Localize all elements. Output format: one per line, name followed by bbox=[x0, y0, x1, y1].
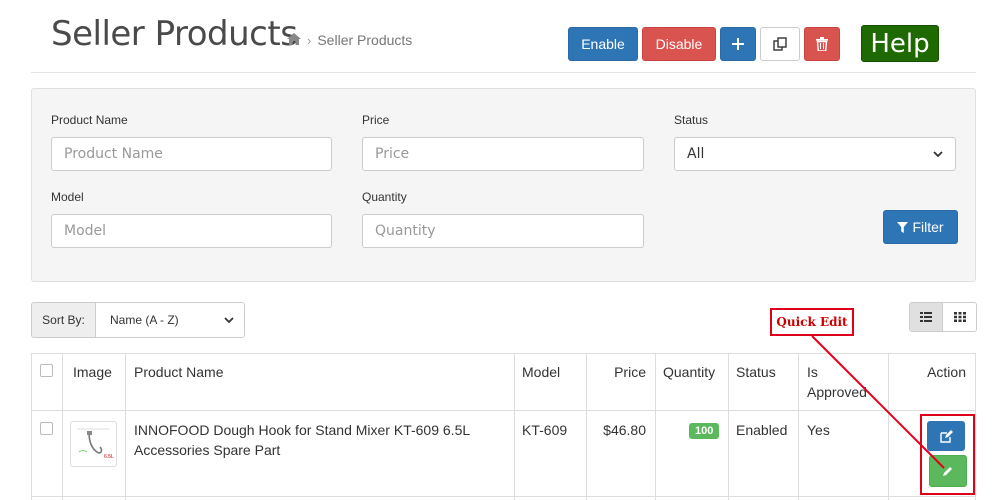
quantity-badge: 100 bbox=[689, 423, 720, 439]
quantity-input[interactable]: Quantity bbox=[362, 214, 644, 248]
column-header-quantity[interactable]: Quantity bbox=[663, 364, 715, 380]
product-model: KT-609 bbox=[522, 422, 568, 438]
sort-group: Sort By: Name (A - Z) bbox=[31, 302, 245, 338]
copy-button[interactable] bbox=[760, 27, 800, 61]
funnel-icon bbox=[897, 221, 909, 233]
page: Seller Products › Seller Products Enable… bbox=[0, 0, 995, 500]
sort-label: Sort By: bbox=[32, 303, 96, 337]
svg-text:6.5L: 6.5L bbox=[104, 454, 114, 460]
delete-button[interactable] bbox=[804, 27, 840, 61]
row-checkbox[interactable] bbox=[40, 422, 53, 435]
product-thumbnail[interactable]: 6.5L bbox=[70, 421, 117, 467]
column-header-price[interactable]: Price bbox=[586, 364, 646, 380]
col-divider bbox=[798, 353, 799, 500]
column-header-approved[interactable]: Approved bbox=[807, 384, 867, 400]
quantity-label: Quantity bbox=[362, 190, 407, 204]
dough-hook-image: 6.5L bbox=[77, 428, 114, 460]
product-name-line-2[interactable]: Accessories Spare Part bbox=[134, 442, 280, 458]
add-button[interactable] bbox=[720, 27, 756, 61]
view-toggle bbox=[909, 302, 977, 332]
product-name-label: Product Name bbox=[51, 113, 128, 127]
filter-panel: Product Name Product Name Price Price St… bbox=[31, 88, 976, 282]
plus-icon bbox=[732, 38, 744, 50]
page-title: Seller Products bbox=[51, 14, 298, 54]
col-divider bbox=[655, 353, 656, 500]
column-header-status[interactable]: Status bbox=[736, 364, 776, 380]
toolbar: Enable Disable bbox=[568, 27, 840, 61]
breadcrumb: › Seller Products bbox=[287, 32, 412, 48]
table-border-left bbox=[31, 353, 32, 500]
breadcrumb-separator: › bbox=[307, 32, 312, 48]
product-name-input[interactable]: Product Name bbox=[51, 137, 332, 171]
copy-icon bbox=[773, 37, 787, 51]
col-divider bbox=[62, 353, 63, 500]
column-header-model[interactable]: Model bbox=[522, 364, 560, 380]
price-label: Price bbox=[362, 113, 390, 127]
column-header-is[interactable]: Is bbox=[807, 364, 818, 380]
disable-button[interactable]: Disable bbox=[642, 27, 716, 61]
list-view-button[interactable] bbox=[910, 303, 943, 331]
quick-edit-annotation: Quick Edit bbox=[770, 308, 854, 336]
filter-button[interactable]: Filter bbox=[883, 210, 958, 244]
table-header-divider bbox=[31, 410, 976, 411]
col-divider bbox=[514, 353, 515, 500]
table-border-right bbox=[975, 353, 976, 500]
product-approved: Yes bbox=[807, 422, 830, 438]
header-divider bbox=[31, 72, 976, 73]
price-input[interactable]: Price bbox=[362, 137, 644, 171]
trash-icon bbox=[816, 37, 828, 51]
help-button[interactable]: Help bbox=[861, 25, 939, 62]
product-name-line-1[interactable]: INNOFOOD Dough Hook for Stand Mixer KT-6… bbox=[134, 422, 470, 438]
select-all-checkbox[interactable] bbox=[40, 364, 53, 377]
row-divider bbox=[31, 496, 976, 497]
filter-button-label: Filter bbox=[912, 219, 944, 235]
status-select[interactable]: All bbox=[674, 137, 956, 171]
list-icon bbox=[920, 312, 932, 322]
grid-icon bbox=[953, 312, 966, 322]
sort-select[interactable]: Name (A - Z) bbox=[96, 303, 244, 337]
column-header-action: Action bbox=[927, 364, 966, 380]
action-highlight-box bbox=[920, 414, 975, 495]
model-input[interactable]: Model bbox=[51, 214, 332, 248]
model-label: Model bbox=[51, 190, 84, 204]
breadcrumb-item-seller-products[interactable]: Seller Products bbox=[317, 32, 412, 48]
product-price: $46.80 bbox=[603, 422, 646, 438]
sort-select-value: Name (A - Z) bbox=[110, 313, 179, 327]
chevron-down-icon bbox=[933, 150, 943, 157]
status-select-value: All bbox=[687, 146, 705, 162]
product-status: Enabled bbox=[736, 422, 788, 438]
grid-view-button[interactable] bbox=[943, 303, 976, 331]
column-header-image: Image bbox=[73, 364, 112, 380]
home-icon[interactable] bbox=[287, 32, 301, 48]
enable-button[interactable]: Enable bbox=[568, 27, 638, 61]
column-header-product-name[interactable]: Product Name bbox=[134, 364, 223, 380]
col-divider bbox=[728, 353, 729, 500]
status-label: Status bbox=[674, 113, 709, 127]
col-divider bbox=[125, 353, 126, 500]
chevron-down-icon bbox=[224, 316, 234, 323]
table-border-top bbox=[31, 353, 976, 354]
